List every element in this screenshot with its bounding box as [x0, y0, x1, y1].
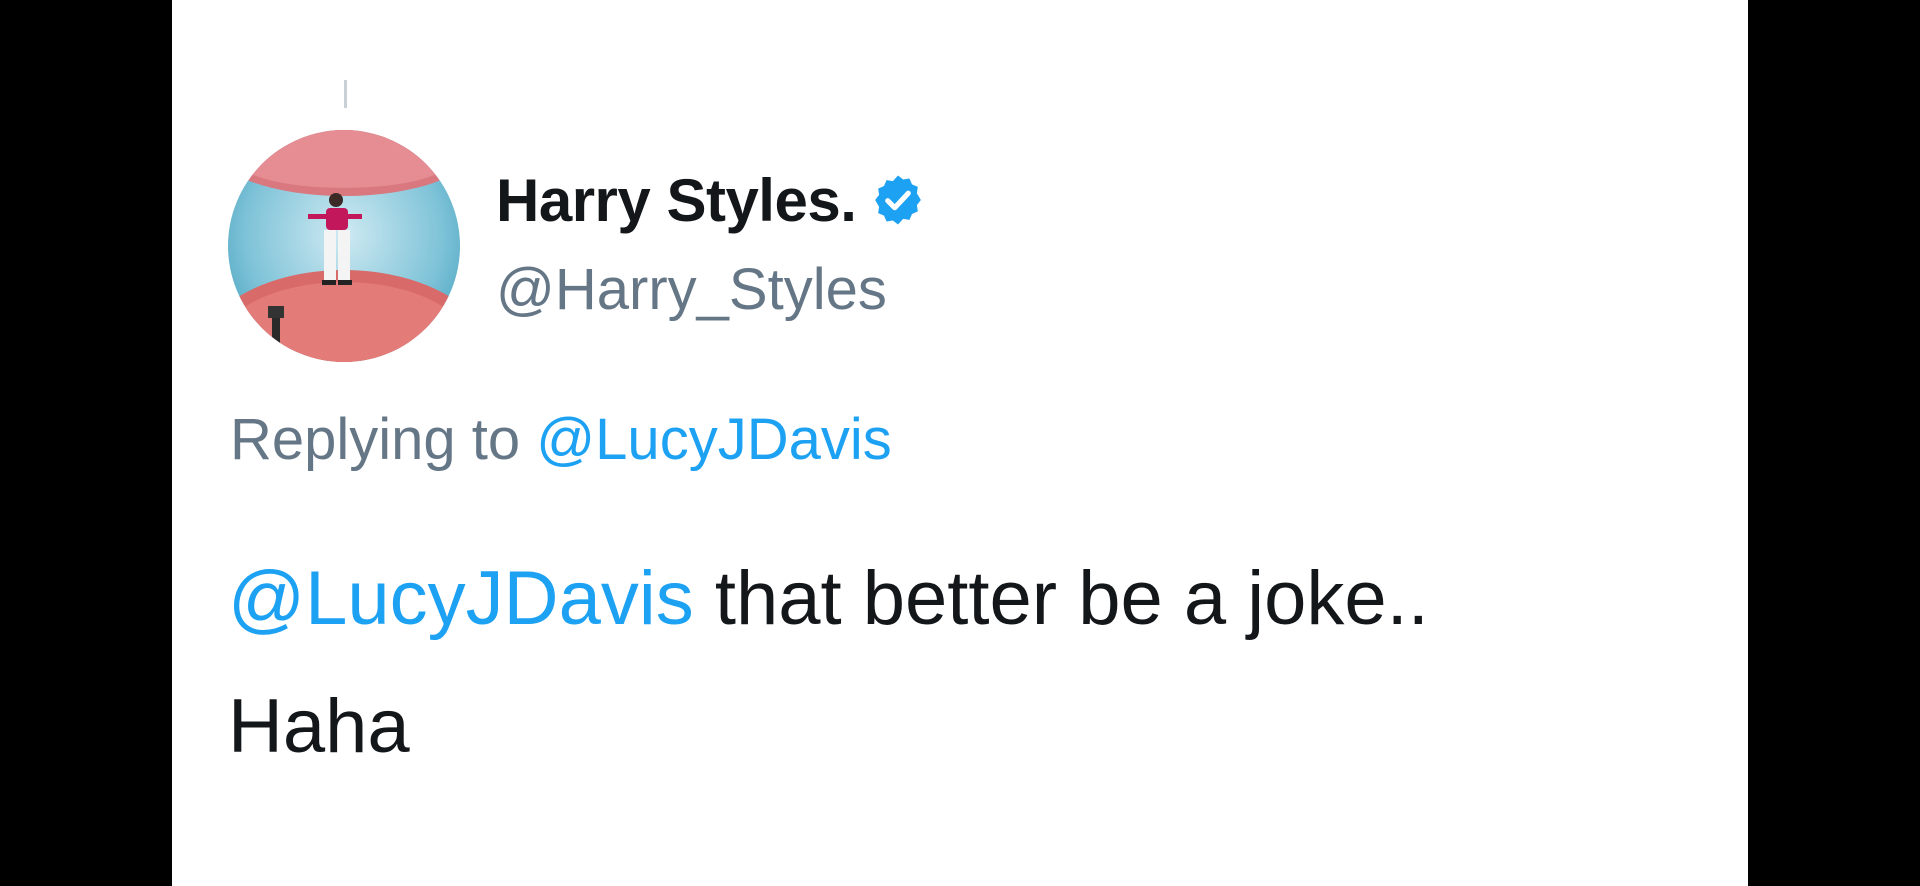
- video-frame: Harry Styles. @Harry_Styles Replying to …: [0, 0, 1920, 886]
- replying-to-line: Replying to @LucyJDavis: [230, 406, 892, 473]
- thread-connector-line: [344, 80, 347, 108]
- tweet-text-line-2: Haha: [228, 684, 410, 769]
- author-handle[interactable]: @Harry_Styles: [496, 256, 887, 323]
- verified-badge-icon: [870, 172, 926, 228]
- tweet-text-line-1: that better be a joke..: [693, 556, 1429, 641]
- tweet-body-line-1: @LucyJDavis that better be a joke..: [228, 535, 1429, 663]
- avatar[interactable]: [228, 130, 460, 362]
- replying-to-mention-link[interactable]: @LucyJDavis: [536, 407, 891, 472]
- author-name-row: Harry Styles.: [496, 166, 926, 235]
- tweet-mention-link[interactable]: @LucyJDavis: [228, 556, 694, 641]
- tweet-body: @LucyJDavis that better be a joke.. Haha: [228, 535, 1429, 791]
- replying-to-label: Replying to: [230, 407, 521, 472]
- author-display-name[interactable]: Harry Styles.: [496, 166, 857, 235]
- avatar-image: [228, 130, 460, 362]
